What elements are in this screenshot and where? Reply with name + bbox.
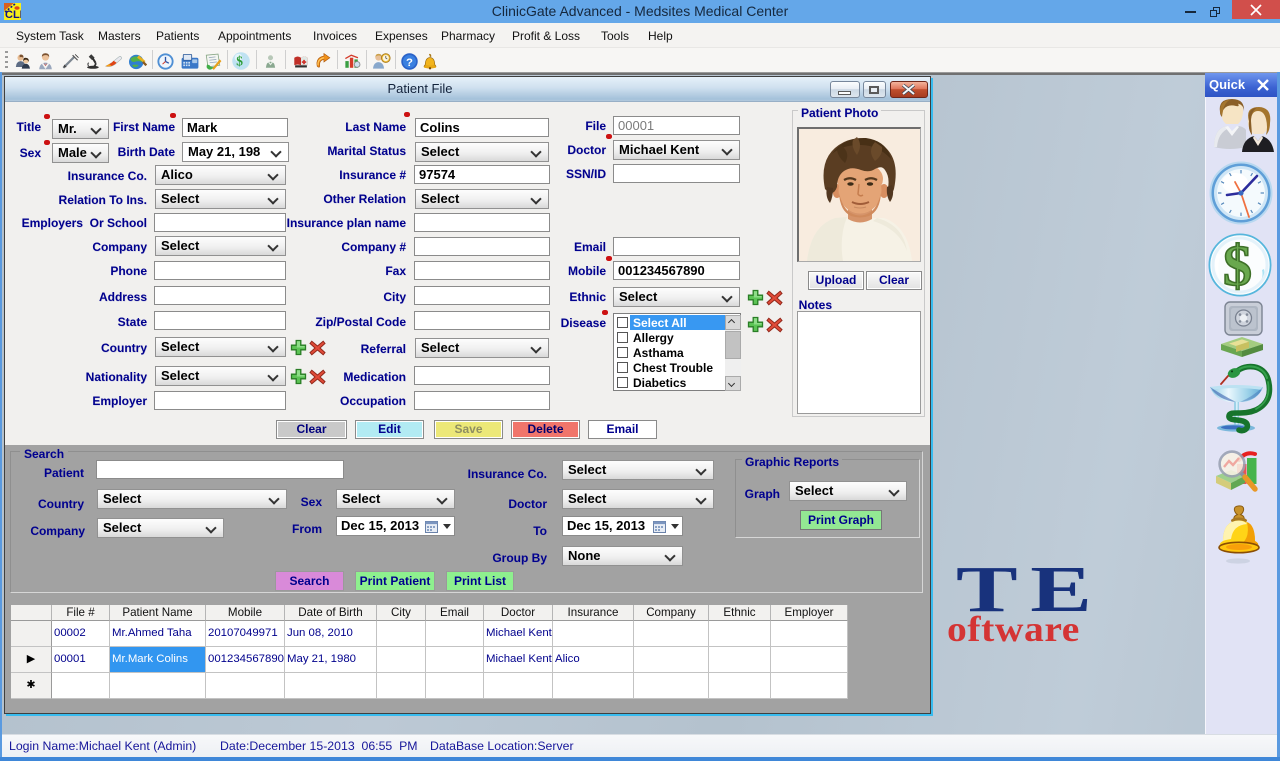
svg-text:CLI: CLI: [5, 9, 21, 20]
svg-text:$: $: [236, 54, 243, 69]
svg-text:$: $: [1223, 233, 1252, 297]
svg-text:?: ?: [406, 57, 413, 69]
